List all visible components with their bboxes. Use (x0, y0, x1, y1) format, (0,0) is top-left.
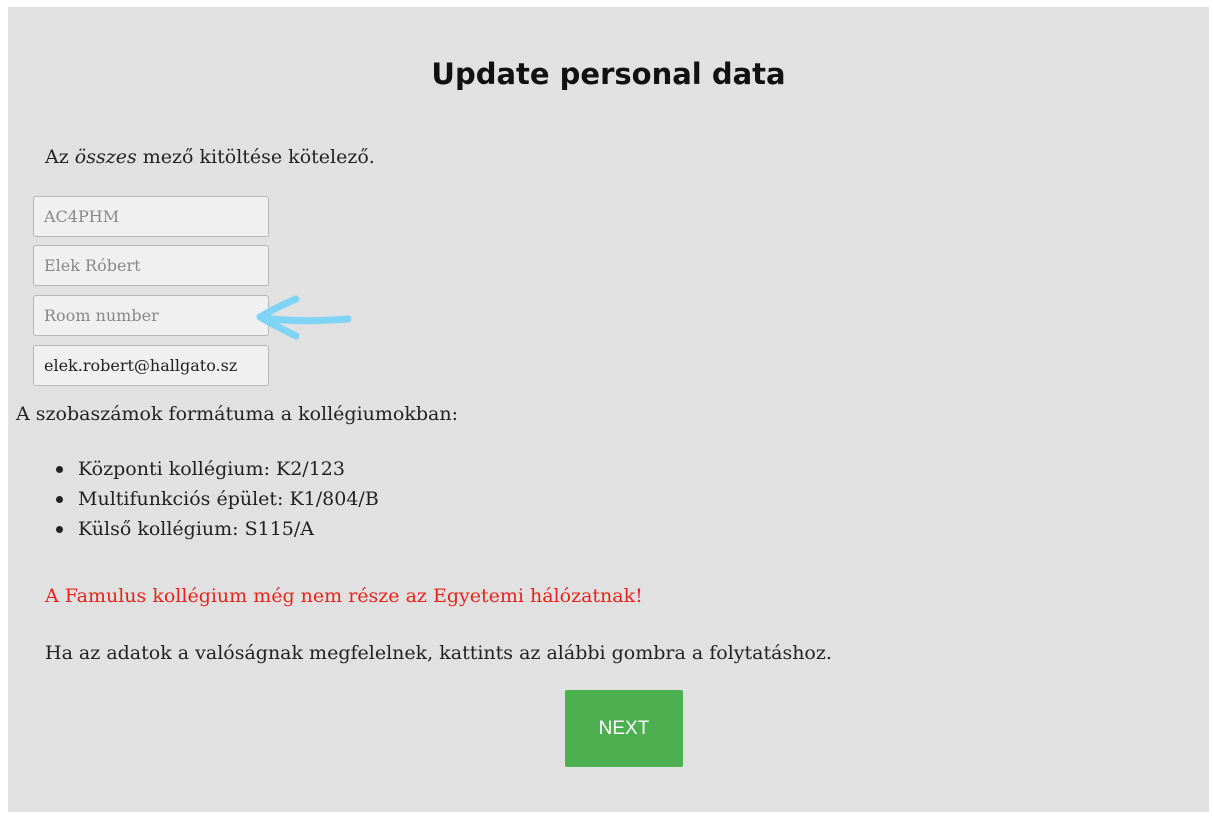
required-note: Az összes mező kitöltése kötelező. (45, 146, 375, 168)
left-arrow-icon (256, 295, 352, 340)
famulus-warning: A Famulus kollégium még nem része az Egy… (45, 585, 643, 607)
room-format-heading: A szobaszámok formátuma a kollégiumokban… (16, 403, 458, 425)
email-field[interactable] (33, 345, 269, 386)
room-format-list: Központi kollégium: K2/123 Multifunkciós… (56, 454, 379, 544)
required-note-emphasis: összes (74, 146, 137, 168)
page-title: Update personal data (431, 57, 786, 91)
list-item: Multifunkciós épület: K1/804/B (56, 484, 379, 514)
next-button[interactable]: NEXT (565, 690, 683, 767)
form-panel: Update personal data Az összes mező kitö… (8, 7, 1209, 812)
required-note-prefix: Az (45, 146, 75, 168)
room-number-input[interactable] (33, 295, 269, 336)
list-item: Külső kollégium: S115/A (56, 514, 379, 544)
neptun-code-field[interactable] (33, 196, 269, 237)
full-name-field[interactable] (33, 245, 269, 286)
list-item: Központi kollégium: K2/123 (56, 454, 379, 484)
required-note-suffix: mező kitöltése kötelező. (136, 146, 375, 168)
confirm-text: Ha az adatok a valóságnak megfelelnek, k… (45, 642, 832, 664)
